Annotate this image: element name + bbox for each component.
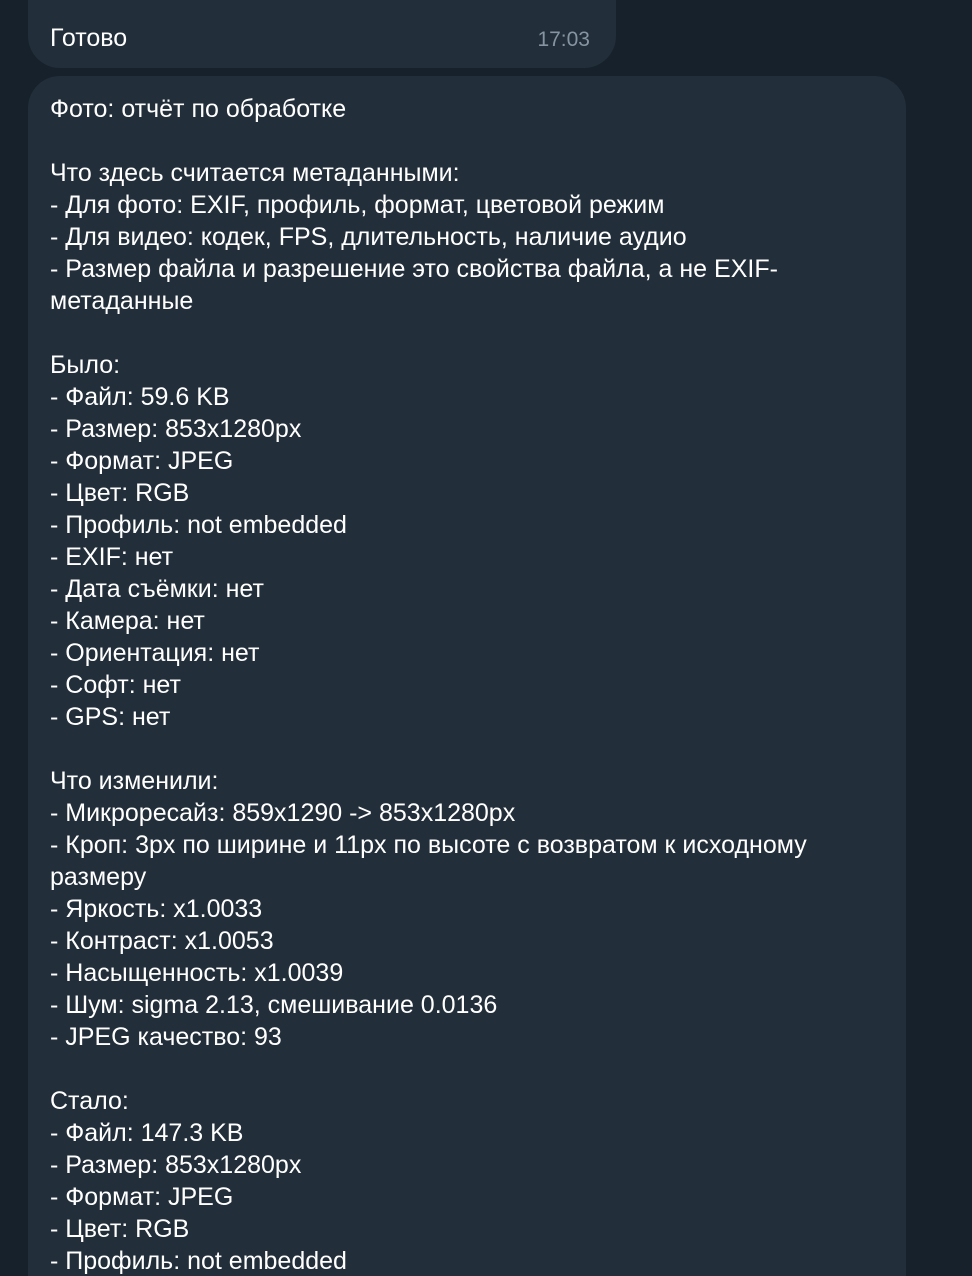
message-line: - Микроресайз: 859x1290 -> 853x1280px	[50, 799, 516, 827]
previous-message-text: Готово	[50, 24, 128, 52]
message-line: - Яркость: x1.0033	[50, 895, 263, 923]
message-line: - Размер: 853x1280px	[50, 1151, 302, 1179]
message-line: - Формат: JPEG	[50, 1183, 234, 1211]
message-line: Стало:	[50, 1087, 129, 1115]
message-line: - EXIF: нет	[50, 543, 174, 571]
message-line: - Профиль: not embedded	[50, 1247, 347, 1275]
message-line: - Профиль: not embedded	[50, 511, 347, 539]
message-line: - Размер: 853x1280px	[50, 415, 302, 443]
message-line: - Дата съёмки: нет	[50, 575, 264, 603]
message-line: - Кроп: 3px по ширине и 11px по высоте с…	[50, 831, 807, 859]
message-line: - Для видео: кодек, FPS, длительность, н…	[50, 223, 687, 251]
message-line: - Шум: sigma 2.13, смешивание 0.0136	[50, 991, 498, 1019]
message-line: - Файл: 147.3 KB	[50, 1119, 244, 1147]
message-line: - Контраст: x1.0053	[50, 927, 274, 955]
message-line: Что изменили:	[50, 767, 219, 795]
report-message-bubble[interactable]: Фото: отчёт по обработке Что здесь считае…	[28, 76, 906, 1276]
message-line: - Камера: нет	[50, 607, 205, 635]
message-line: - JPEG качество: 93	[50, 1023, 282, 1051]
message-line: - GPS: нет	[50, 703, 171, 731]
message-line: - Цвет: RGB	[50, 1215, 190, 1243]
message-line: - Софт: нет	[50, 671, 181, 699]
report-message-text: Фото: отчёт по обработке Что здесь считае…	[50, 93, 892, 1276]
message-line: Было:	[50, 351, 121, 379]
chat-view: Готово 17:03 Фото: отчёт по обработке Что…	[0, 0, 972, 1276]
message-line: метаданные	[50, 287, 194, 315]
message-line: Что здесь считается метаданными:	[50, 159, 460, 187]
previous-message-bubble[interactable]: Готово 17:03	[28, 0, 616, 68]
message-line: размеру	[50, 863, 147, 891]
message-line: - Файл: 59.6 KB	[50, 383, 230, 411]
message-line: - Ориентация: нет	[50, 639, 260, 667]
message-line: - Для фото: EXIF, профиль, формат, цвето…	[50, 191, 665, 219]
message-line: Фото: отчёт по обработке	[50, 95, 347, 123]
message-line: - Насыщенность: x1.0039	[50, 959, 344, 987]
message-line: - Размер файла и разрешение это свойства…	[50, 255, 778, 283]
message-line: - Формат: JPEG	[50, 447, 234, 475]
previous-message-time: 17:03	[537, 28, 590, 51]
message-line: - Цвет: RGB	[50, 479, 190, 507]
